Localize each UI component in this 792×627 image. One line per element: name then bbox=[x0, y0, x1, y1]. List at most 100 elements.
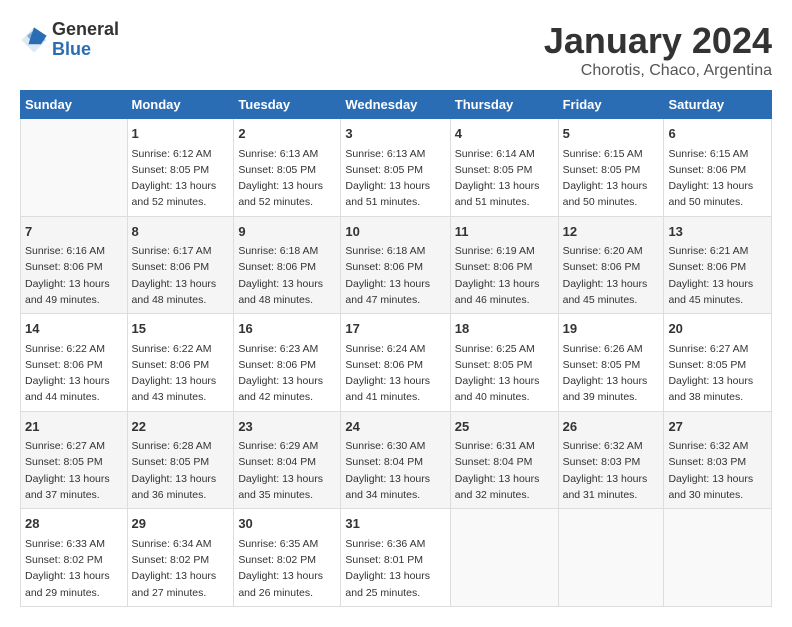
day-info: Sunrise: 6:36 AM Sunset: 8:01 PM Dayligh… bbox=[345, 536, 445, 601]
day-info: Sunrise: 6:17 AM Sunset: 8:06 PM Dayligh… bbox=[132, 243, 230, 308]
day-number: 13 bbox=[668, 222, 767, 242]
day-info: Sunrise: 6:13 AM Sunset: 8:05 PM Dayligh… bbox=[238, 146, 336, 211]
calendar-cell: 16Sunrise: 6:23 AM Sunset: 8:06 PM Dayli… bbox=[234, 314, 341, 412]
day-info: Sunrise: 6:30 AM Sunset: 8:04 PM Dayligh… bbox=[345, 438, 445, 503]
day-info: Sunrise: 6:25 AM Sunset: 8:05 PM Dayligh… bbox=[455, 341, 554, 406]
day-number: 3 bbox=[345, 124, 445, 144]
day-number: 28 bbox=[25, 514, 123, 534]
day-number: 6 bbox=[668, 124, 767, 144]
day-number: 25 bbox=[455, 417, 554, 437]
calendar-cell: 21Sunrise: 6:27 AM Sunset: 8:05 PM Dayli… bbox=[21, 411, 128, 509]
day-number: 29 bbox=[132, 514, 230, 534]
day-info: Sunrise: 6:34 AM Sunset: 8:02 PM Dayligh… bbox=[132, 536, 230, 601]
calendar-week-row: 14Sunrise: 6:22 AM Sunset: 8:06 PM Dayli… bbox=[21, 314, 772, 412]
day-info: Sunrise: 6:20 AM Sunset: 8:06 PM Dayligh… bbox=[563, 243, 660, 308]
weekday-header: Monday bbox=[127, 91, 234, 119]
logo-text: General Blue bbox=[52, 20, 119, 60]
day-number: 8 bbox=[132, 222, 230, 242]
calendar-cell: 5Sunrise: 6:15 AM Sunset: 8:05 PM Daylig… bbox=[558, 119, 664, 217]
day-number: 4 bbox=[455, 124, 554, 144]
day-info: Sunrise: 6:22 AM Sunset: 8:06 PM Dayligh… bbox=[132, 341, 230, 406]
calendar-cell: 7Sunrise: 6:16 AM Sunset: 8:06 PM Daylig… bbox=[21, 216, 128, 314]
day-number: 17 bbox=[345, 319, 445, 339]
day-number: 27 bbox=[668, 417, 767, 437]
day-info: Sunrise: 6:18 AM Sunset: 8:06 PM Dayligh… bbox=[345, 243, 445, 308]
day-number: 5 bbox=[563, 124, 660, 144]
calendar-cell: 18Sunrise: 6:25 AM Sunset: 8:05 PM Dayli… bbox=[450, 314, 558, 412]
weekday-header: Thursday bbox=[450, 91, 558, 119]
calendar-cell: 27Sunrise: 6:32 AM Sunset: 8:03 PM Dayli… bbox=[664, 411, 772, 509]
day-info: Sunrise: 6:12 AM Sunset: 8:05 PM Dayligh… bbox=[132, 146, 230, 211]
calendar-cell: 13Sunrise: 6:21 AM Sunset: 8:06 PM Dayli… bbox=[664, 216, 772, 314]
calendar-cell: 20Sunrise: 6:27 AM Sunset: 8:05 PM Dayli… bbox=[664, 314, 772, 412]
calendar-cell bbox=[21, 119, 128, 217]
day-info: Sunrise: 6:29 AM Sunset: 8:04 PM Dayligh… bbox=[238, 438, 336, 503]
calendar-week-row: 7Sunrise: 6:16 AM Sunset: 8:06 PM Daylig… bbox=[21, 216, 772, 314]
day-number: 15 bbox=[132, 319, 230, 339]
calendar-cell: 1Sunrise: 6:12 AM Sunset: 8:05 PM Daylig… bbox=[127, 119, 234, 217]
month-title: January 2024 bbox=[544, 20, 772, 62]
calendar-cell: 14Sunrise: 6:22 AM Sunset: 8:06 PM Dayli… bbox=[21, 314, 128, 412]
calendar-cell bbox=[558, 509, 664, 607]
calendar-week-row: 28Sunrise: 6:33 AM Sunset: 8:02 PM Dayli… bbox=[21, 509, 772, 607]
logo: General Blue bbox=[20, 20, 119, 60]
day-info: Sunrise: 6:23 AM Sunset: 8:06 PM Dayligh… bbox=[238, 341, 336, 406]
weekday-header: Wednesday bbox=[341, 91, 450, 119]
calendar-week-row: 1Sunrise: 6:12 AM Sunset: 8:05 PM Daylig… bbox=[21, 119, 772, 217]
calendar-cell bbox=[664, 509, 772, 607]
day-number: 24 bbox=[345, 417, 445, 437]
weekday-header-row: SundayMondayTuesdayWednesdayThursdayFrid… bbox=[21, 91, 772, 119]
day-number: 18 bbox=[455, 319, 554, 339]
calendar-week-row: 21Sunrise: 6:27 AM Sunset: 8:05 PM Dayli… bbox=[21, 411, 772, 509]
calendar-cell: 11Sunrise: 6:19 AM Sunset: 8:06 PM Dayli… bbox=[450, 216, 558, 314]
calendar-cell: 2Sunrise: 6:13 AM Sunset: 8:05 PM Daylig… bbox=[234, 119, 341, 217]
logo-icon bbox=[20, 26, 48, 54]
title-area: January 2024 Chorotis, Chaco, Argentina bbox=[544, 20, 772, 80]
weekday-header: Sunday bbox=[21, 91, 128, 119]
day-info: Sunrise: 6:19 AM Sunset: 8:06 PM Dayligh… bbox=[455, 243, 554, 308]
day-number: 9 bbox=[238, 222, 336, 242]
day-info: Sunrise: 6:22 AM Sunset: 8:06 PM Dayligh… bbox=[25, 341, 123, 406]
calendar-cell: 3Sunrise: 6:13 AM Sunset: 8:05 PM Daylig… bbox=[341, 119, 450, 217]
day-info: Sunrise: 6:16 AM Sunset: 8:06 PM Dayligh… bbox=[25, 243, 123, 308]
calendar-cell: 10Sunrise: 6:18 AM Sunset: 8:06 PM Dayli… bbox=[341, 216, 450, 314]
day-number: 26 bbox=[563, 417, 660, 437]
day-info: Sunrise: 6:14 AM Sunset: 8:05 PM Dayligh… bbox=[455, 146, 554, 211]
weekday-header: Tuesday bbox=[234, 91, 341, 119]
calendar-table: SundayMondayTuesdayWednesdayThursdayFrid… bbox=[20, 90, 772, 607]
day-number: 20 bbox=[668, 319, 767, 339]
calendar-cell: 15Sunrise: 6:22 AM Sunset: 8:06 PM Dayli… bbox=[127, 314, 234, 412]
day-info: Sunrise: 6:33 AM Sunset: 8:02 PM Dayligh… bbox=[25, 536, 123, 601]
day-number: 22 bbox=[132, 417, 230, 437]
calendar-cell: 31Sunrise: 6:36 AM Sunset: 8:01 PM Dayli… bbox=[341, 509, 450, 607]
location: Chorotis, Chaco, Argentina bbox=[544, 62, 772, 80]
day-number: 23 bbox=[238, 417, 336, 437]
day-number: 11 bbox=[455, 222, 554, 242]
day-info: Sunrise: 6:32 AM Sunset: 8:03 PM Dayligh… bbox=[668, 438, 767, 503]
calendar-cell: 6Sunrise: 6:15 AM Sunset: 8:06 PM Daylig… bbox=[664, 119, 772, 217]
calendar-cell: 22Sunrise: 6:28 AM Sunset: 8:05 PM Dayli… bbox=[127, 411, 234, 509]
day-info: Sunrise: 6:15 AM Sunset: 8:06 PM Dayligh… bbox=[668, 146, 767, 211]
day-info: Sunrise: 6:32 AM Sunset: 8:03 PM Dayligh… bbox=[563, 438, 660, 503]
calendar-cell: 8Sunrise: 6:17 AM Sunset: 8:06 PM Daylig… bbox=[127, 216, 234, 314]
header: General Blue January 2024 Chorotis, Chac… bbox=[20, 20, 772, 80]
day-info: Sunrise: 6:27 AM Sunset: 8:05 PM Dayligh… bbox=[25, 438, 123, 503]
day-number: 21 bbox=[25, 417, 123, 437]
day-number: 1 bbox=[132, 124, 230, 144]
calendar-cell: 30Sunrise: 6:35 AM Sunset: 8:02 PM Dayli… bbox=[234, 509, 341, 607]
day-number: 19 bbox=[563, 319, 660, 339]
day-info: Sunrise: 6:24 AM Sunset: 8:06 PM Dayligh… bbox=[345, 341, 445, 406]
day-number: 2 bbox=[238, 124, 336, 144]
day-number: 7 bbox=[25, 222, 123, 242]
calendar-cell bbox=[450, 509, 558, 607]
day-info: Sunrise: 6:31 AM Sunset: 8:04 PM Dayligh… bbox=[455, 438, 554, 503]
calendar-cell: 25Sunrise: 6:31 AM Sunset: 8:04 PM Dayli… bbox=[450, 411, 558, 509]
calendar-cell: 29Sunrise: 6:34 AM Sunset: 8:02 PM Dayli… bbox=[127, 509, 234, 607]
calendar-cell: 4Sunrise: 6:14 AM Sunset: 8:05 PM Daylig… bbox=[450, 119, 558, 217]
calendar-cell: 9Sunrise: 6:18 AM Sunset: 8:06 PM Daylig… bbox=[234, 216, 341, 314]
day-info: Sunrise: 6:27 AM Sunset: 8:05 PM Dayligh… bbox=[668, 341, 767, 406]
day-number: 16 bbox=[238, 319, 336, 339]
weekday-header: Friday bbox=[558, 91, 664, 119]
day-number: 14 bbox=[25, 319, 123, 339]
day-number: 10 bbox=[345, 222, 445, 242]
